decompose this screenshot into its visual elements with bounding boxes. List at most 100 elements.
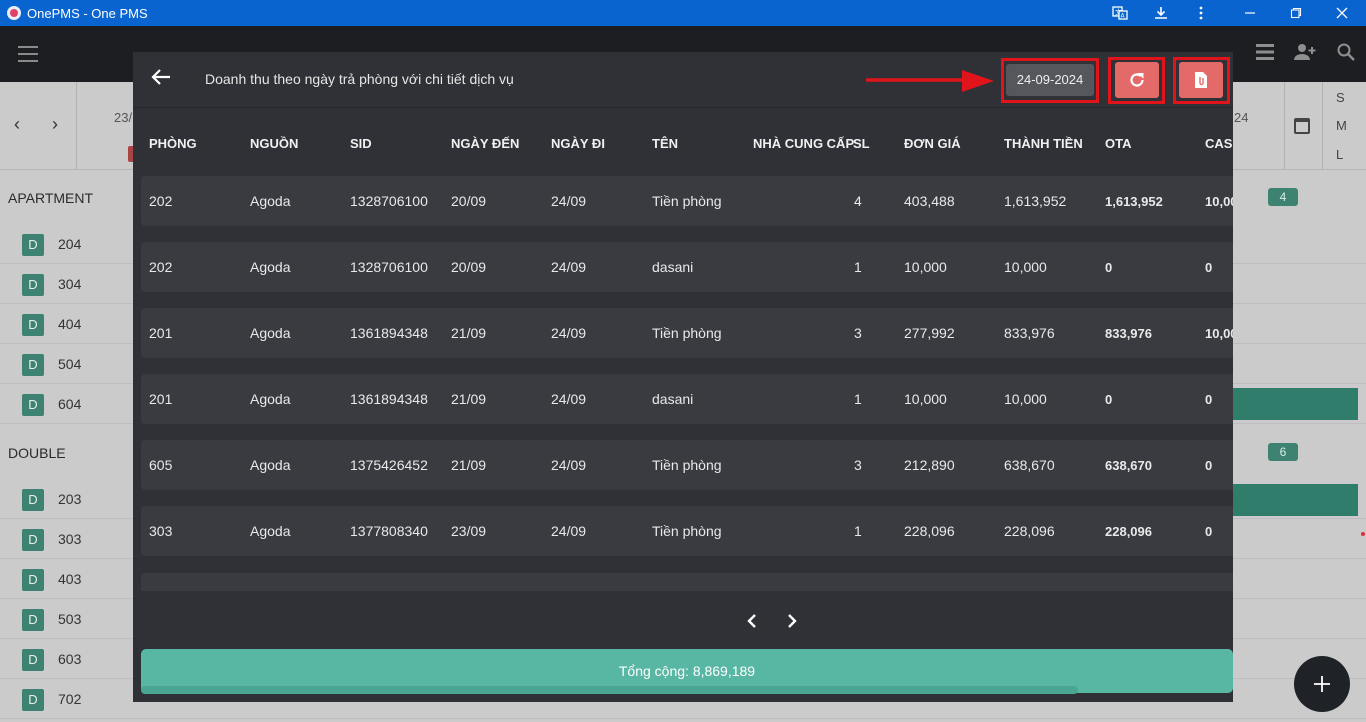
more-vert-icon[interactable] bbox=[1181, 0, 1221, 26]
col-sl-cell: 4 bbox=[854, 193, 862, 209]
booking-bar[interactable] bbox=[1233, 388, 1358, 420]
minimize-icon[interactable] bbox=[1230, 0, 1270, 26]
col-ngay-den-cell: 21/09 bbox=[451, 325, 487, 341]
next-icon[interactable]: › bbox=[52, 114, 58, 135]
col-sid-cell: 1377808340 bbox=[350, 523, 428, 539]
group-label-apartment: APARTMENT bbox=[8, 190, 94, 206]
col-cash-header[interactable]: CASH bbox=[1205, 136, 1233, 151]
col-nguon-header[interactable]: NGUỒN bbox=[250, 136, 298, 151]
modal-header: Doanh thu theo ngày trả phòng với chi ti… bbox=[133, 52, 1233, 108]
table-row[interactable]: 202 Agoda 1328706100 20/09 24/09 dasani 1 10,00… bbox=[141, 242, 1233, 292]
col-ota-cell: 638,670 bbox=[1105, 458, 1152, 473]
table-row[interactable]: 201 Agoda 1361894348 21/09 24/09 Tiền phòng 3 2… bbox=[141, 308, 1233, 358]
back-arrow-icon[interactable] bbox=[151, 68, 173, 90]
col-ngay-di-header[interactable]: NGÀY ĐI bbox=[551, 136, 605, 151]
col-thanh-tien-cell: 1,613,952 bbox=[1004, 193, 1067, 209]
col-cash-cell: 10,00 bbox=[1205, 194, 1233, 209]
col-sl-header[interactable]: SL bbox=[853, 136, 870, 151]
download-icon[interactable] bbox=[1141, 0, 1181, 26]
group-label-double: DOUBLE bbox=[8, 445, 66, 461]
export-file-button[interactable] bbox=[1179, 62, 1223, 98]
col-ngay-den-cell: 23/09 bbox=[451, 523, 487, 539]
calendar-icon[interactable] bbox=[1294, 118, 1310, 134]
col-phong-cell: 202 bbox=[149, 193, 173, 209]
col-ngay-di-cell: 24/09 bbox=[551, 457, 587, 473]
col-ten-cell: Tiền phòng bbox=[652, 325, 722, 341]
col-sl-cell: 1 bbox=[854, 523, 862, 539]
room-type-badge: D bbox=[22, 354, 44, 376]
menu-icon[interactable] bbox=[18, 46, 38, 62]
size-m[interactable]: M bbox=[1336, 118, 1347, 133]
app-logo-icon bbox=[7, 6, 21, 20]
file-attach-icon bbox=[1195, 72, 1207, 88]
col-sid-cell: 1328706100 bbox=[350, 259, 428, 275]
col-ota-header[interactable]: OTA bbox=[1105, 136, 1131, 151]
col-nguon-cell: Agoda bbox=[250, 193, 291, 209]
col-don-gia-cell: 277,992 bbox=[904, 325, 955, 341]
col-don-gia-cell: 212,890 bbox=[904, 457, 955, 473]
col-phong-header[interactable]: PHÒNG bbox=[149, 136, 197, 151]
modal-title: Doanh thu theo ngày trả phòng với chi ti… bbox=[205, 71, 514, 87]
plus-icon bbox=[1314, 676, 1330, 692]
col-ngay-den-cell: 20/09 bbox=[451, 193, 487, 209]
col-ngay-di-cell: 24/09 bbox=[551, 391, 587, 407]
horizontal-scrollbar[interactable] bbox=[141, 686, 1078, 694]
col-thanh-tien-header[interactable]: THÀNH TIỀN bbox=[1004, 136, 1083, 151]
table-row[interactable]: 303 Agoda 1377808340 23/09 24/09 Tiền phòng 1 2… bbox=[141, 506, 1233, 556]
col-sid-cell: 1328706100 bbox=[350, 193, 428, 209]
restore-icon[interactable] bbox=[1276, 0, 1316, 26]
add-fab-button[interactable] bbox=[1294, 656, 1350, 712]
date-header: 23/ bbox=[114, 110, 133, 125]
col-ten-header[interactable]: TÊN bbox=[652, 136, 678, 151]
col-ngay-den-cell: 21/09 bbox=[451, 391, 487, 407]
group-count-badge: 4 bbox=[1268, 188, 1298, 206]
add-user-icon[interactable] bbox=[1293, 43, 1316, 65]
col-ngay-den-cell: 20/09 bbox=[451, 259, 487, 275]
col-nguon-cell: Agoda bbox=[250, 325, 291, 341]
revenue-modal: Doanh thu theo ngày trả phòng với chi ti… bbox=[133, 52, 1233, 702]
col-sid-header[interactable]: SID bbox=[350, 136, 372, 151]
col-thanh-tien-cell: 10,000 bbox=[1004, 259, 1047, 275]
room-type-badge: D bbox=[22, 274, 44, 296]
search-icon[interactable] bbox=[1335, 43, 1357, 65]
size-s[interactable]: S bbox=[1336, 90, 1345, 105]
next-page-icon[interactable] bbox=[786, 612, 798, 635]
booking-bar[interactable] bbox=[1233, 484, 1358, 516]
col-phong-cell: 202 bbox=[149, 259, 173, 275]
col-sid-cell: 1361894348 bbox=[350, 391, 428, 407]
col-ngay-di-cell: 24/09 bbox=[551, 259, 587, 275]
col-nha-cung-cap-header[interactable]: NHÀ CUNG CẤP bbox=[753, 136, 854, 151]
window-titlebar: OnePMS - One PMS 文A bbox=[0, 0, 1366, 26]
col-nguon-cell: Agoda bbox=[250, 259, 291, 275]
prev-page-icon[interactable] bbox=[746, 612, 758, 635]
room-number: 604 bbox=[58, 396, 82, 412]
annotation-arrow-icon bbox=[866, 70, 994, 92]
table-row[interactable]: 201 Agoda 1361894348 21/09 24/09 dasani 1 10,00… bbox=[141, 374, 1233, 424]
room-number: 403 bbox=[58, 571, 82, 587]
col-don-gia-cell: 228,096 bbox=[904, 523, 955, 539]
col-ngay-den-header[interactable]: NGÀY ĐẾN bbox=[451, 136, 519, 151]
prev-icon[interactable]: ‹ bbox=[14, 114, 20, 135]
list-icon[interactable] bbox=[1254, 43, 1276, 65]
room-number: 204 bbox=[58, 236, 82, 252]
col-ten-cell: dasani bbox=[652, 259, 694, 275]
col-don-gia-header[interactable]: ĐƠN GIÁ bbox=[904, 136, 961, 151]
table-row[interactable]: 202 Agoda 1328706100 20/09 24/09 Tiền phòng 4 4… bbox=[141, 176, 1233, 226]
room-number: 504 bbox=[58, 356, 82, 372]
refresh-button[interactable] bbox=[1115, 62, 1159, 98]
table-row[interactable]: 605 Agoda 1375426452 21/09 24/09 Tiền phòng 3 2… bbox=[141, 440, 1233, 490]
group-count-badge: 6 bbox=[1268, 443, 1298, 461]
size-l[interactable]: L bbox=[1336, 147, 1343, 162]
col-nguon-cell: Agoda bbox=[250, 391, 291, 407]
close-icon[interactable] bbox=[1322, 0, 1362, 26]
col-cash-cell: 10,00 bbox=[1205, 326, 1233, 341]
col-cash-cell: 0 bbox=[1205, 392, 1213, 407]
col-thanh-tien-cell: 228,096 bbox=[1004, 523, 1055, 539]
date-picker-button[interactable]: 24-09-2024 bbox=[1006, 64, 1094, 96]
translate-icon[interactable]: 文A bbox=[1100, 0, 1140, 26]
refresh-icon bbox=[1130, 73, 1144, 87]
room-number: 603 bbox=[58, 651, 82, 667]
col-sid-cell: 1361894348 bbox=[350, 325, 428, 341]
room-type-badge: D bbox=[22, 609, 44, 631]
col-ngay-di-cell: 24/09 bbox=[551, 193, 587, 209]
